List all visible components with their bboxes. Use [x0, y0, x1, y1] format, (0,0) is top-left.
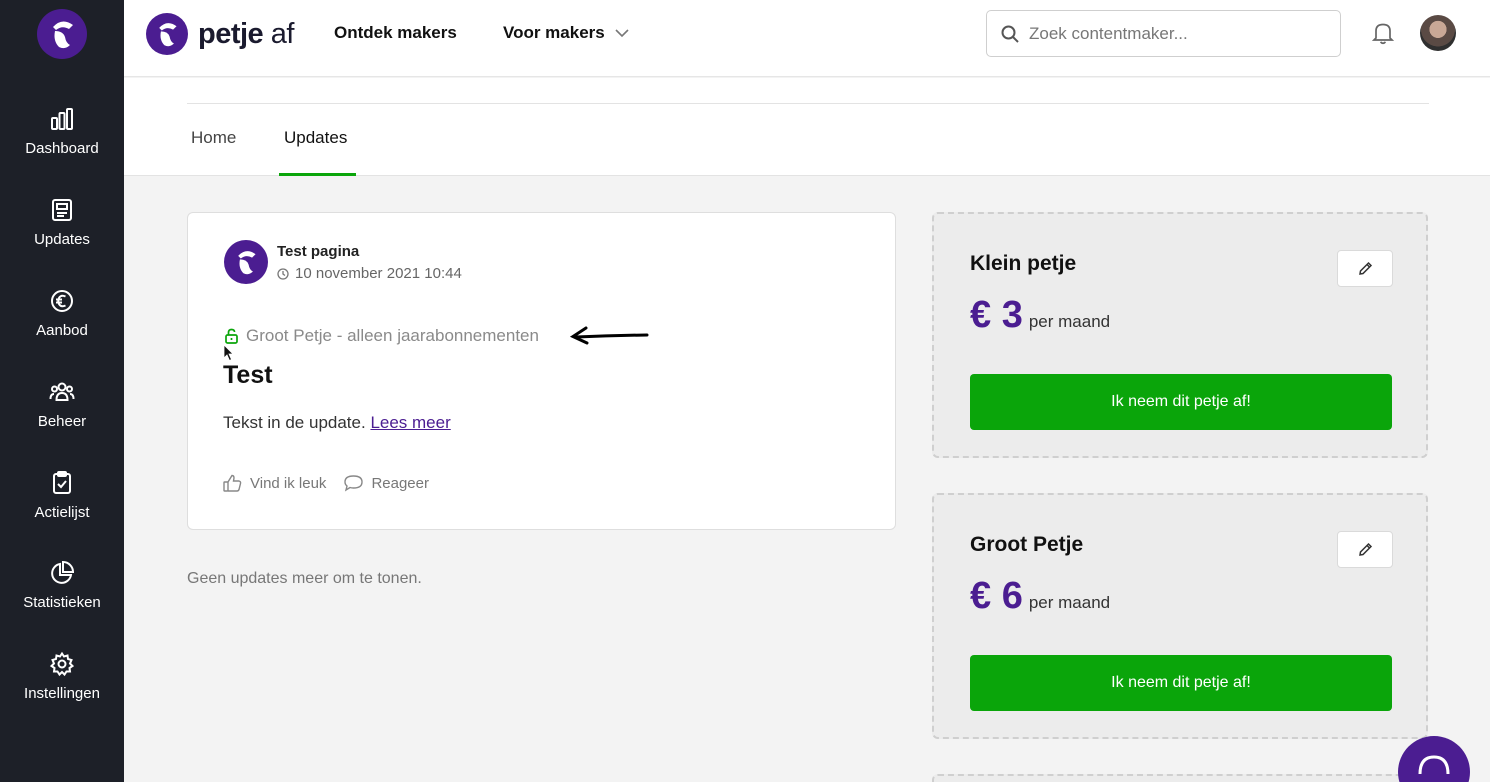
tab-home[interactable]: Home	[191, 128, 236, 148]
petje-af-logo-icon	[146, 13, 188, 55]
euro-icon	[51, 290, 73, 312]
tier-amount: € 3	[970, 294, 1023, 336]
chat-button[interactable]	[1398, 736, 1470, 782]
tier-period: per maand	[1028, 593, 1111, 612]
sidebar-item-label: Dashboard	[25, 140, 99, 157]
mouse-cursor-icon	[223, 344, 234, 362]
post-body: Tekst in de update. Lees meer	[223, 413, 451, 433]
sidebar-item-updates[interactable]: Updates	[0, 197, 124, 248]
user-avatar[interactable]	[1420, 15, 1456, 51]
chevron-down-icon	[615, 29, 629, 38]
sidebar-item-label: Instellingen	[24, 685, 100, 702]
divider	[187, 103, 1429, 104]
post-tier-badge: Groot Petje - alleen jaarabonnementen	[224, 326, 539, 346]
search-input[interactable]	[1029, 23, 1319, 44]
unlock-icon	[225, 328, 238, 344]
sidebar-item-label: Aanbod	[36, 322, 88, 339]
nav-ontdek-makers[interactable]: Ontdek makers	[334, 23, 457, 43]
edit-tier-button[interactable]	[1337, 531, 1393, 568]
tier-price: € 3 per maand	[970, 294, 1110, 337]
tier-name: Groot Petje	[970, 533, 1084, 556]
tier-period: per maand	[1028, 312, 1111, 331]
subscribe-button[interactable]: Ik neem dit petje af!	[970, 655, 1392, 711]
sidebar-item-statistieken[interactable]: Statistieken	[0, 560, 124, 611]
users-icon	[49, 382, 75, 401]
search-box[interactable]	[986, 10, 1341, 57]
bell-icon[interactable]	[1372, 21, 1394, 45]
sidebar: Dashboard Updates Aanbod Beheer Actielij…	[0, 0, 124, 782]
sidebar-item-label: Actielijst	[34, 504, 90, 521]
clipboard-check-icon	[53, 471, 71, 494]
petje-af-logo-icon[interactable]	[37, 9, 87, 59]
sidebar-item-aanbod[interactable]: Aanbod	[0, 288, 124, 339]
annotation-arrow-icon	[569, 326, 649, 345]
sidebar-item-instellingen[interactable]: Instellingen	[0, 651, 124, 702]
tier-card-klein-petje: Klein petje € 3 per maand Ik neem dit pe…	[932, 212, 1428, 458]
nav-voor-makers[interactable]: Voor makers	[503, 23, 629, 43]
tier-card-groot-petje: Groot Petje € 6 per maand Ik neem dit pe…	[932, 493, 1428, 739]
subscribe-button[interactable]: Ik neem dit petje af!	[970, 374, 1392, 430]
pencil-icon	[1358, 261, 1372, 275]
post-actions: Vind ik leuk Reageer	[223, 474, 447, 492]
tier-card-partial	[932, 774, 1428, 782]
sidebar-item-label: Statistieken	[23, 594, 101, 611]
post-date: 10 november 2021 10:44	[277, 265, 462, 282]
brand-name-bold: petje	[198, 17, 264, 50]
sidebar-item-label: Beheer	[37, 413, 87, 430]
comment-icon	[344, 475, 364, 492]
post-author[interactable]: Test pagina	[277, 243, 359, 260]
clock-icon	[277, 267, 289, 280]
update-post-card: Test pagina 10 november 2021 10:44 Groot…	[187, 212, 896, 530]
post-date-text: 10 november 2021 10:44	[295, 265, 462, 282]
like-label: Vind ik leuk	[250, 474, 327, 492]
tier-name: Klein petje	[970, 252, 1077, 275]
nav-voor-makers-label: Voor makers	[503, 23, 605, 42]
sidebar-item-beheer[interactable]: Beheer	[0, 379, 124, 430]
author-avatar[interactable]	[224, 240, 268, 284]
tab-updates[interactable]: Updates	[284, 128, 347, 148]
sidebar-item-dashboard[interactable]: Dashboard	[0, 106, 124, 157]
top-header: petje af Ontdek makers Voor makers	[124, 0, 1490, 77]
chat-icon	[1418, 755, 1450, 775]
pie-chart-icon	[51, 560, 75, 584]
thumbs-up-icon	[223, 474, 242, 492]
like-button[interactable]: Vind ik leuk	[223, 474, 326, 492]
post-tier-label: Groot Petje - alleen jaarabonnementen	[246, 326, 539, 345]
post-body-text: Tekst in de update.	[223, 413, 371, 432]
read-more-link[interactable]: Lees meer	[370, 413, 450, 432]
brand-name: petje af	[198, 18, 294, 51]
gear-icon	[49, 651, 75, 677]
pencil-icon	[1358, 542, 1372, 556]
sidebar-item-actielijst[interactable]: Actielijst	[0, 470, 124, 521]
brand-logo[interactable]: petje af	[146, 13, 294, 55]
reply-button[interactable]: Reageer	[344, 474, 429, 492]
sidebar-item-label: Updates	[34, 231, 90, 248]
tier-amount: € 6	[970, 575, 1023, 617]
post-title: Test	[223, 361, 273, 389]
page-tabs: Home Updates	[124, 78, 1490, 176]
bar-chart-icon	[51, 108, 73, 130]
brand-name-light: af	[263, 17, 295, 50]
newspaper-icon	[52, 199, 72, 221]
search-icon	[1001, 25, 1019, 43]
active-tab-indicator	[279, 173, 356, 176]
reply-label: Reageer	[371, 474, 429, 492]
no-more-updates-text: Geen updates meer om te tonen.	[187, 570, 422, 587]
edit-tier-button[interactable]	[1337, 250, 1393, 287]
tier-price: € 6 per maand	[970, 575, 1110, 618]
